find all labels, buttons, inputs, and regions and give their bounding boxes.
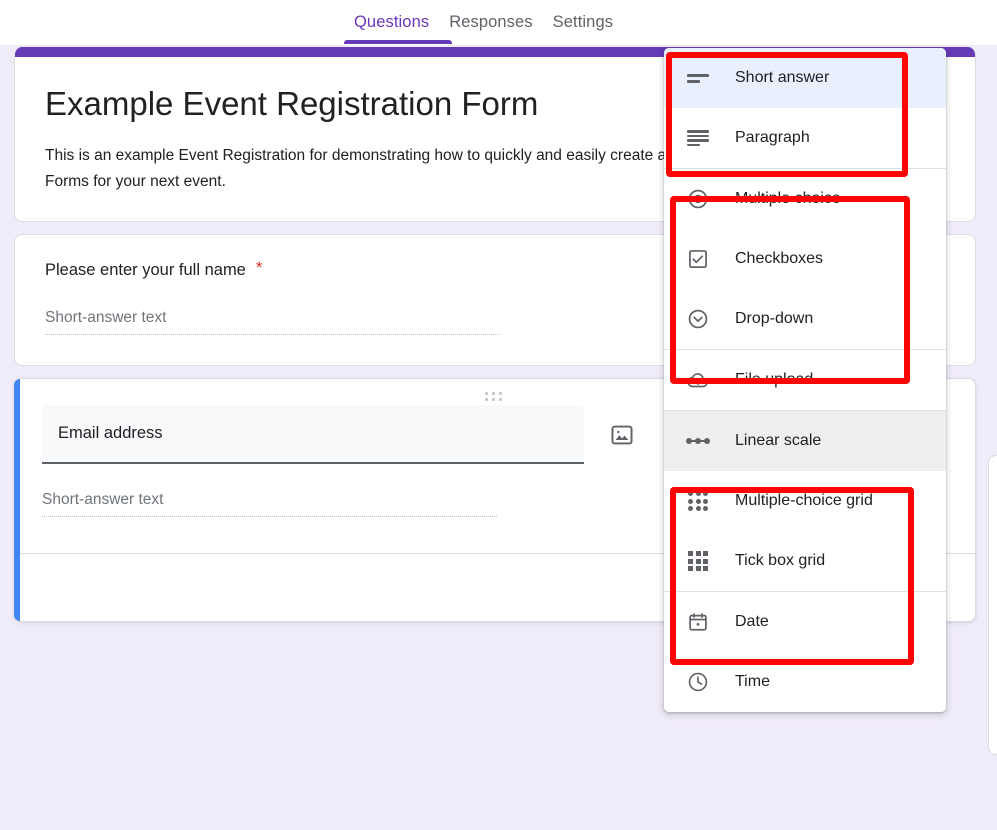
menu-item-label: Multiple-choice grid [735,492,873,509]
menu-item-label: Paragraph [735,129,810,146]
calendar-icon [685,609,711,635]
linear-scale-icon [685,428,711,454]
short-answer-icon [685,65,711,91]
menu-item-label: Date [735,613,769,630]
menu-item-multiple-choice-grid[interactable]: Multiple-choice grid [664,471,946,531]
image-icon[interactable] [608,421,635,448]
cloud-upload-icon [685,367,711,393]
menu-item-short-answer[interactable]: Short answer [664,48,946,108]
screen: Questions Responses Settings Example Eve… [0,0,997,830]
tab-list: Questions Responses Settings [344,0,623,45]
side-panel-sliver [988,455,997,755]
active-question-indicator [14,379,20,621]
radio-button-icon [685,186,711,212]
menu-item-date[interactable]: Date [664,592,946,652]
question-1-answer-hint: Short-answer text [45,309,500,335]
menu-item-label: File upload [735,371,814,388]
menu-item-drop-down[interactable]: Drop-down [664,289,946,349]
menu-item-file-upload[interactable]: File upload [664,350,946,410]
clock-icon [685,669,711,695]
question-1-title: Please enter your full name [45,261,246,279]
question-type-menu[interactable]: Short answer Paragraph Multiple choice C… [664,48,946,712]
question-2-answer-hint: Short-answer text [42,491,497,517]
question-2-title-input[interactable]: Email address [42,405,584,464]
tab-questions[interactable]: Questions [344,0,439,45]
drag-handle-icon[interactable] [484,392,505,401]
menu-item-label: Drop-down [735,310,814,327]
menu-item-checkboxes[interactable]: Checkboxes [664,229,946,289]
tick-box-grid-icon [685,548,711,574]
menu-item-label: Time [735,673,770,690]
active-tab-indicator [344,40,452,44]
tab-responses[interactable]: Responses [439,0,542,45]
paragraph-icon [685,125,711,151]
multiple-choice-grid-icon [685,488,711,514]
menu-item-time[interactable]: Time [664,652,946,712]
top-tab-bar: Questions Responses Settings [0,0,997,45]
required-asterisk: * [255,258,263,277]
checkbox-icon [685,246,711,272]
menu-item-label: Checkboxes [735,250,824,267]
tab-settings[interactable]: Settings [543,0,623,45]
menu-item-tick-box-grid[interactable]: Tick box grid [664,531,946,591]
menu-item-multiple-choice[interactable]: Multiple choice [664,169,946,229]
menu-item-linear-scale[interactable]: Linear scale [664,411,946,471]
menu-item-label: Short answer [735,69,830,86]
menu-item-paragraph[interactable]: Paragraph [664,108,946,168]
menu-item-label: Multiple choice [735,190,841,207]
menu-item-label: Tick box grid [735,552,826,569]
menu-item-label: Linear scale [735,432,822,449]
chevron-down-circle-icon [685,306,711,332]
